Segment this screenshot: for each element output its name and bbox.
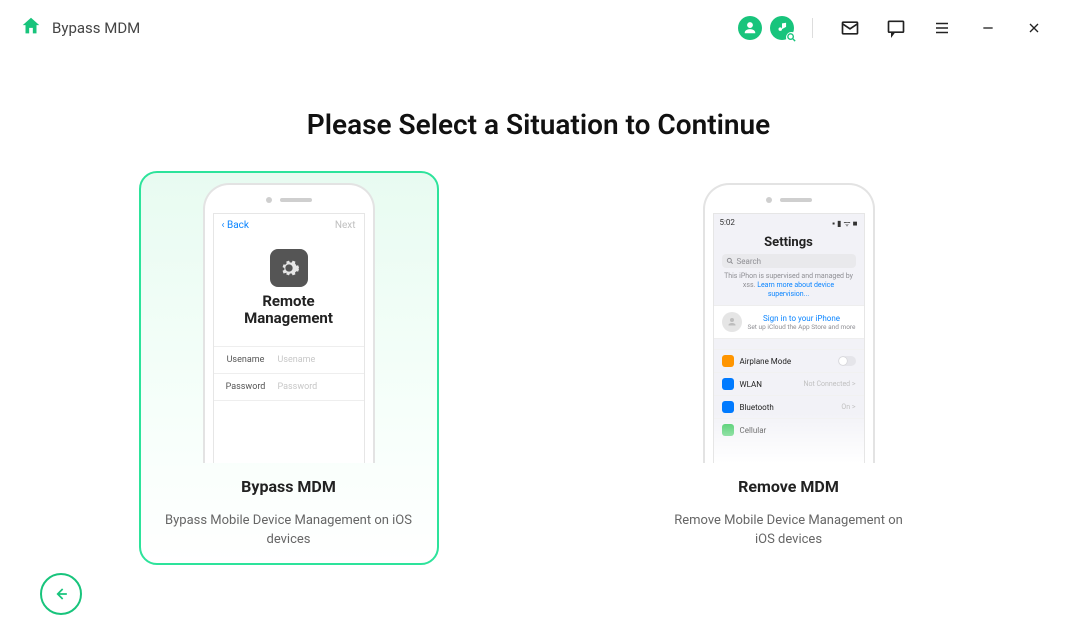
phone-search: Search [722,254,856,268]
account-icon[interactable] [738,16,762,40]
menu-icon[interactable] [925,11,959,45]
phone-preview-remove: 5:02 ▪ ▮ ᯤ ■ Settings Search This iPhon … [703,183,875,463]
phone-status-icons: ▪ ▮ ᯤ ■ [832,218,857,229]
close-button[interactable] [1017,11,1051,45]
phone-settings-heading: Settings [714,229,864,254]
card-title: Bypass MDM [159,477,419,496]
phone-settings-item: WLANNot Connected > [714,372,864,395]
main-heading: Please Select a Situation to Continue [0,108,1077,141]
phone-preview-bypass: ‹ Back Next RemoteManagement UsenameUsen… [203,183,375,463]
card-remove-mdm[interactable]: 5:02 ▪ ▮ ᯤ ■ Settings Search This iPhon … [639,171,939,565]
music-search-icon[interactable] [770,16,794,40]
option-cards: ‹ Back Next RemoteManagement UsenameUsen… [0,171,1077,565]
card-title: Remove MDM [659,477,919,496]
feedback-icon[interactable] [879,11,913,45]
phone-settings-item: Airplane Mode [714,349,864,372]
titlebar: Bypass MDM [0,0,1077,56]
gear-icon [270,249,308,287]
avatar-icon [722,312,742,332]
card-subtitle: Remove Mobile Device Management on iOS d… [659,512,919,550]
phone-signin-row: Sign in to your iPhone Set up iCloud the… [714,305,864,339]
phone-time: 5:02 [720,218,735,229]
divider [812,18,813,38]
card-bypass-mdm[interactable]: ‹ Back Next RemoteManagement UsenameUsen… [139,171,439,565]
phone-supervision-text: This iPhon is supervised and managed by … [714,272,864,305]
phone-rm-heading: RemoteManagement [214,293,364,328]
phone-back-label: ‹ Back [222,220,249,231]
back-button[interactable] [40,573,82,615]
mail-icon[interactable] [833,11,867,45]
card-subtitle: Bypass Mobile Device Management on iOS d… [159,512,419,550]
minimize-button[interactable] [971,11,1005,45]
page-title: Bypass MDM [52,19,140,37]
home-icon[interactable] [20,15,42,41]
phone-next-label: Next [335,220,356,231]
